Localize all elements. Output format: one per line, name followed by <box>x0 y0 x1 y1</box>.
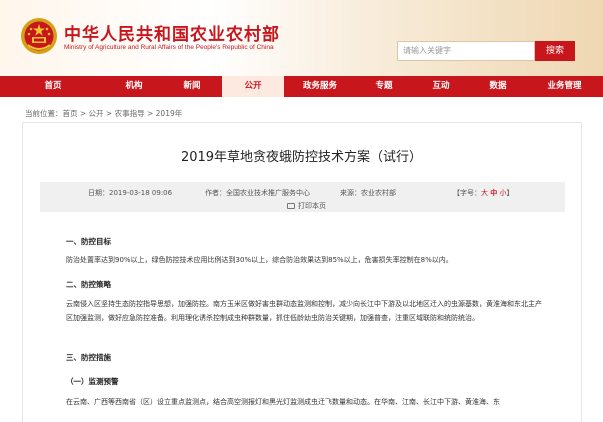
nav-item-data[interactable]: 数据 <box>470 76 526 97</box>
nav-item-public[interactable]: 公开 <box>222 76 284 97</box>
font-size-control: 【字号：大 中 小】 <box>453 188 513 198</box>
nav-item-news[interactable]: 新闻 <box>162 76 222 97</box>
subsection-heading-monitoring: （一）监测预警 <box>66 377 119 386</box>
page-title: 2019年草地贪夜蛾防控技术方案（试行） <box>180 150 423 165</box>
print-link[interactable]: 打印本页 <box>287 201 326 211</box>
nav-item-business-management[interactable]: 业务管理 <box>526 76 603 97</box>
page: 中华人民共和国农业农村部 Ministry of Agriculture and… <box>0 0 603 422</box>
font-size-medium-link[interactable]: 中 <box>490 189 497 197</box>
font-size-suffix: 】 <box>506 189 514 197</box>
nav-item-home[interactable]: 首页 <box>0 76 106 97</box>
printer-icon <box>287 203 295 209</box>
main-nav: 首页 机构 新闻 公开 政务服务 专题 互动 数据 业务管理 <box>0 76 603 97</box>
breadcrumb[interactable]: 当前位置：首页 > 公开 > 农事指导 > 2019年 <box>25 108 182 119</box>
article-author: 作者：全国农业技术推广服务中心 <box>205 189 310 197</box>
print-label: 打印本页 <box>298 202 326 210</box>
article-source: 来源：农业农村部 <box>340 189 396 197</box>
font-size-prefix: 【字号： <box>453 189 481 197</box>
nav-item-institutions[interactable]: 机构 <box>106 76 162 97</box>
national-emblem-icon[interactable] <box>20 17 58 55</box>
section-text-strategy: 云南侵入区坚持生态防控指导思想，加强防控。南方玉米区做好害虫群动态监测和控制，减… <box>66 300 542 322</box>
subsection-text-monitoring: 在云南、广西等西南省（区）设立重点监测点，结合高空测报灯和黑光灯监测成虫迁飞数量… <box>66 398 500 406</box>
nav-item-interaction[interactable]: 互动 <box>412 76 470 97</box>
site-header: 中华人民共和国农业农村部 Ministry of Agriculture and… <box>0 0 603 76</box>
font-size-large-link[interactable]: 大 <box>481 189 488 197</box>
search-input[interactable]: 请输入关键字 <box>397 41 535 61</box>
site-title[interactable]: 中华人民共和国农业农村部 <box>64 20 280 45</box>
site-subtitle: Ministry of Agriculture and Rural Affair… <box>64 44 274 51</box>
search-button[interactable]: 搜索 <box>535 41 575 61</box>
publish-date: 日期：2019-03-18 09:06 <box>88 189 173 197</box>
section-heading-measures: 三、防控措施 <box>66 353 111 362</box>
nav-item-topics[interactable]: 专题 <box>356 76 412 97</box>
nav-item-government-services[interactable]: 政务服务 <box>284 76 356 97</box>
article-meta: 日期：2019-03-18 09:06 作者：全国农业技术推广服务中心 来源：农… <box>40 182 565 212</box>
section-heading-goals: 一、防控目标 <box>66 237 111 246</box>
section-heading-strategy: 二、防控策略 <box>66 280 111 289</box>
section-text-goals: 防治处置率达到90%以上，绿色防控技术应用比例达到30%以上，综合防治效果达到8… <box>66 256 453 264</box>
